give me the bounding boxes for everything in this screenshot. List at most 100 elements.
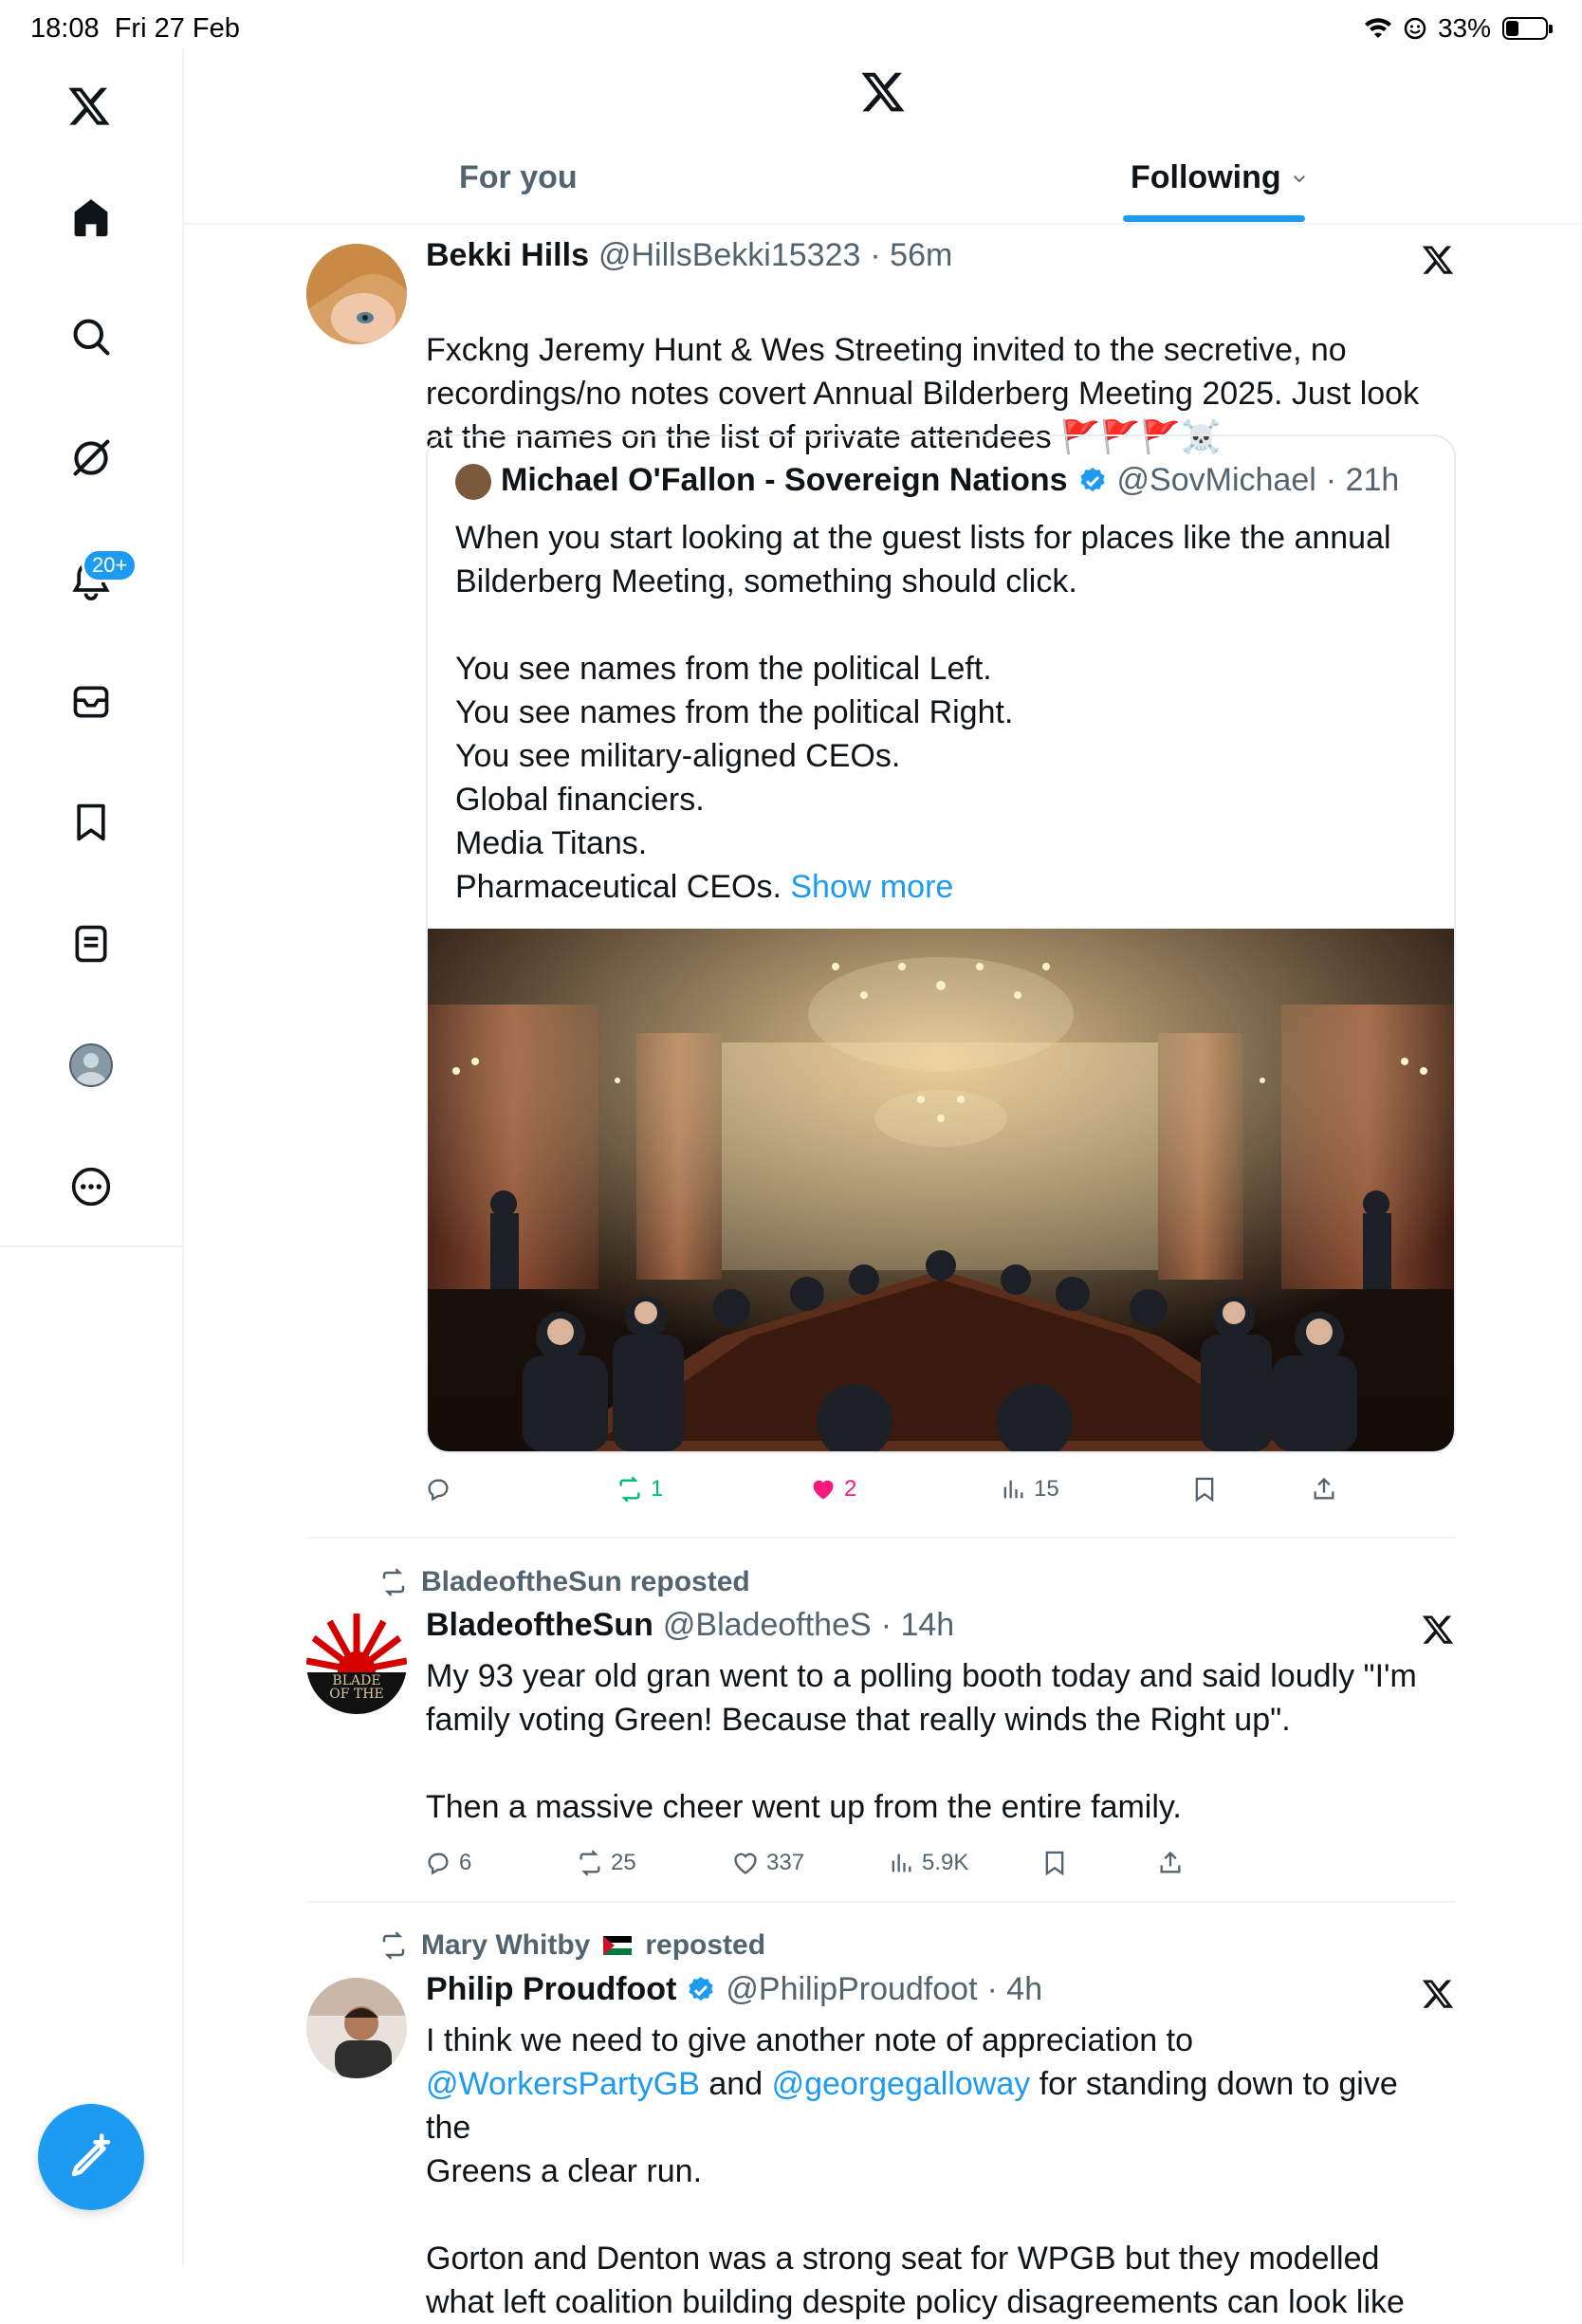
nav-grok[interactable] xyxy=(68,435,114,481)
tweet-separator xyxy=(306,1901,1456,1903)
repost-icon xyxy=(382,1931,405,1960)
tweet-text-paragraph: Gorton and Denton was a strong seat for … xyxy=(426,2241,1405,2320)
avatar-photo xyxy=(306,244,407,344)
tab-following[interactable]: Following xyxy=(1131,159,1308,196)
nav-explore[interactable] xyxy=(68,314,114,360)
author-handle[interactable]: @HillsBekki15323 xyxy=(598,237,860,274)
bookmark-button[interactable] xyxy=(1191,1476,1218,1503)
wifi-icon xyxy=(1364,18,1391,38)
heart-filled-icon xyxy=(813,1480,834,1500)
focus-face-icon xyxy=(1404,17,1426,40)
quote-time: · 21h xyxy=(1325,462,1400,498)
repost-by-name: Mary Whitby xyxy=(421,1929,591,1961)
like-button[interactable]: 2 xyxy=(810,1476,856,1503)
avatar-caption: BLADE OF THE xyxy=(329,1673,384,1702)
repost-icon xyxy=(619,1476,640,1503)
home-icon xyxy=(74,199,108,237)
avatar-photo xyxy=(306,1978,407,2078)
compose-feather-icon xyxy=(71,2133,111,2177)
repost-icon xyxy=(579,1850,600,1876)
author-name[interactable]: Philip Proudfoot xyxy=(426,1971,676,2008)
views-chart-icon xyxy=(1003,1480,1023,1499)
author-name[interactable]: BladeoftheSun xyxy=(426,1607,653,1644)
repost-icon xyxy=(382,1568,405,1596)
heart-icon xyxy=(734,1853,757,1874)
nav-bookmarks[interactable] xyxy=(68,800,114,845)
reply-button[interactable]: 6 xyxy=(425,1850,471,1876)
repost-button[interactable]: 25 xyxy=(577,1850,636,1876)
tweet-2-x-button[interactable] xyxy=(1421,1613,1455,1651)
status-date: Fri 27 Feb xyxy=(114,13,240,44)
tweet-time[interactable]: · 56m xyxy=(870,237,952,274)
views-chart-icon xyxy=(892,1854,911,1872)
nav-more[interactable] xyxy=(68,1164,114,1209)
grok-icon xyxy=(73,439,110,476)
meeting-room-image xyxy=(428,929,1454,1451)
tab-for-you-label: For you xyxy=(459,159,578,195)
status-time: 18:08 xyxy=(30,13,100,44)
envelope-icon xyxy=(73,686,109,718)
bookmark-icon xyxy=(1195,1477,1214,1503)
tweet-time[interactable]: · 14h xyxy=(881,1607,955,1644)
tweet-1-x-button[interactable] xyxy=(1421,243,1455,282)
mention-link[interactable]: @WorkersPartyGB xyxy=(426,2066,700,2102)
views-button[interactable]: 5.9K xyxy=(888,1850,968,1876)
bookmark-button[interactable] xyxy=(1041,1850,1068,1876)
author-handle[interactable]: @PhilipProudfoot xyxy=(726,1971,977,2008)
x-logo-icon xyxy=(68,87,110,125)
tab-for-you[interactable]: For you xyxy=(459,159,578,196)
quote-author-name: Michael O'Fallon - Sovereign Nations xyxy=(501,462,1068,498)
author-name[interactable]: Bekki Hills xyxy=(426,237,589,274)
avatar-bekki-hills[interactable] xyxy=(306,244,407,344)
status-bar-right: 33% xyxy=(1364,13,1553,44)
mention-link[interactable]: @georgegalloway xyxy=(772,2066,1031,2102)
chevron-down-icon xyxy=(1293,175,1305,182)
tweet-3-text: I think we need to give another note of … xyxy=(426,2019,1450,2324)
reply-icon xyxy=(428,1479,449,1502)
like-count: 337 xyxy=(766,1850,805,1875)
x-logo-sidebar[interactable] xyxy=(66,83,112,134)
tweet-time[interactable]: · 4h xyxy=(987,1971,1043,2008)
x-logo-icon xyxy=(1422,246,1454,274)
notifications-badge: 20+ xyxy=(82,548,138,582)
tweet-text-line: Greens a clear run. xyxy=(426,2153,703,2189)
tweet-text-line: @WorkersPartyGB and @georgegalloway for … xyxy=(426,2062,1450,2149)
quote-image[interactable] xyxy=(428,929,1454,1451)
nav-messages[interactable] xyxy=(68,679,114,725)
share-icon xyxy=(1160,1851,1181,1873)
author-handle[interactable]: @BladeoftheS xyxy=(663,1607,872,1644)
profile-avatar-icon xyxy=(69,1043,113,1087)
compose-button[interactable] xyxy=(38,2104,144,2210)
verified-badge-icon xyxy=(689,1976,714,2001)
like-count: 2 xyxy=(844,1476,857,1502)
nav-profile[interactable] xyxy=(68,1042,114,1088)
share-button[interactable] xyxy=(1157,1850,1184,1876)
reply-button[interactable] xyxy=(425,1476,459,1503)
like-button[interactable]: 337 xyxy=(732,1850,804,1876)
repost-indicator[interactable]: Mary Whitby reposted xyxy=(379,1929,765,1962)
quote-author-handle: @SovMichael xyxy=(1116,462,1316,498)
repost-button[interactable]: 1 xyxy=(616,1476,663,1503)
x-logo-icon xyxy=(1422,1615,1454,1644)
share-button[interactable] xyxy=(1311,1476,1337,1503)
x-logo-icon xyxy=(861,72,905,112)
share-icon xyxy=(1314,1477,1334,1500)
nav-lists[interactable] xyxy=(68,921,114,967)
tweet-1-header: Bekki Hills @HillsBekki15323 · 56m xyxy=(426,237,952,274)
repost-by-suffix: reposted xyxy=(645,1929,766,1961)
show-more-link[interactable]: Show more xyxy=(790,869,953,905)
quote-header: Michael O'Fallon - Sovereign Nations @So… xyxy=(501,462,1399,499)
repost-count: 25 xyxy=(611,1850,636,1875)
list-icon xyxy=(75,925,107,963)
tweet-3-x-button[interactable] xyxy=(1421,1977,1455,2016)
view-count: 5.9K xyxy=(922,1850,969,1875)
avatar-philip-proudfoot[interactable] xyxy=(306,1978,407,2078)
tweet-3-header: Philip Proudfoot @PhilipProudfoot · 4h xyxy=(426,1971,1042,2008)
tweet-text-fragment: and xyxy=(708,2066,763,2102)
battery-percent: 33% xyxy=(1437,13,1491,43)
repost-indicator[interactable]: BladeoftheSun reposted xyxy=(379,1566,750,1598)
nav-home[interactable] xyxy=(68,194,114,240)
views-button[interactable]: 15 xyxy=(1000,1476,1059,1503)
x-logo-header[interactable] xyxy=(859,68,907,120)
tweet-text-line: I think we need to give another note of … xyxy=(426,2022,1193,2058)
